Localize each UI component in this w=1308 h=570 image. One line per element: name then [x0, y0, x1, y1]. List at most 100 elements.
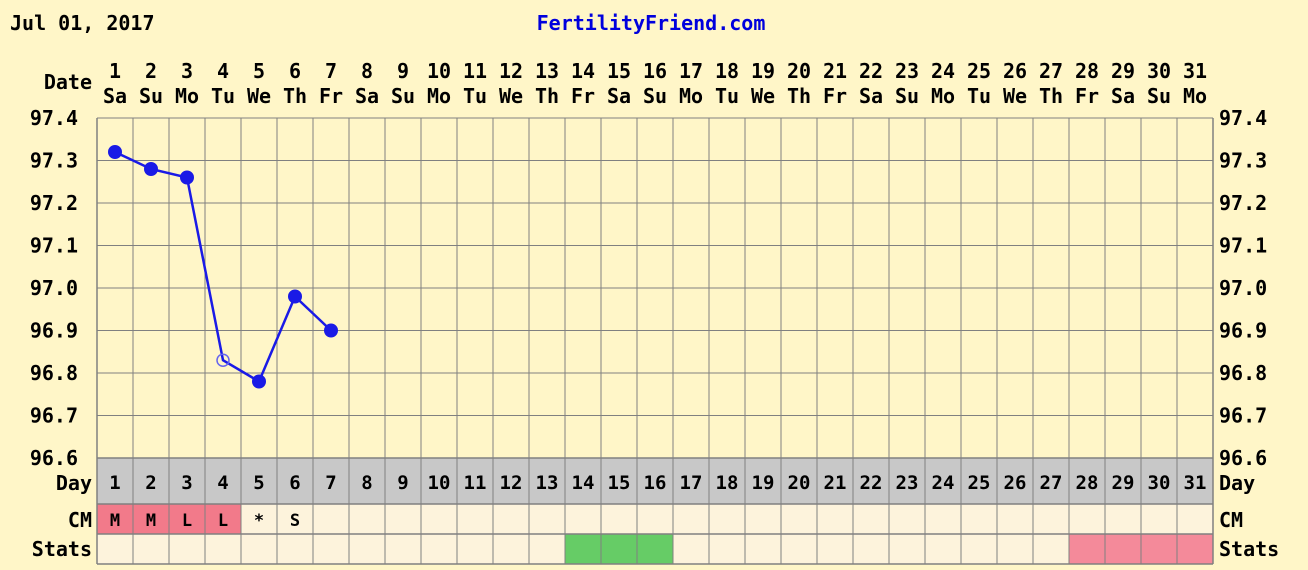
cm-cell	[997, 504, 1033, 534]
stats-cell	[601, 534, 637, 564]
cycle-day-label: 28	[1076, 472, 1099, 494]
x-tick-weekday: Mo	[427, 84, 451, 108]
cycle-day-label: 4	[217, 472, 228, 494]
x-tick-date: 30	[1147, 59, 1171, 83]
y-tick-label-left: 97.4	[30, 106, 78, 130]
x-tick-weekday: Tu	[715, 84, 739, 108]
temperature-point	[288, 289, 302, 304]
cycle-day-label: 21	[824, 472, 847, 494]
x-tick-weekday: Sa	[355, 84, 379, 108]
stats-label-right: Stats	[1219, 537, 1279, 561]
cm-cell	[493, 504, 529, 534]
y-tick-label-left: 97.1	[30, 234, 78, 258]
y-tick-label-right: 96.7	[1219, 404, 1267, 428]
x-tick-date: 22	[859, 59, 883, 83]
cycle-day-label: 13	[536, 472, 559, 494]
cm-cell	[1141, 504, 1177, 534]
x-tick-date: 10	[427, 59, 451, 83]
x-tick-date: 9	[397, 59, 409, 83]
stats-cell	[1105, 534, 1141, 564]
cm-cell	[385, 504, 421, 534]
cm-cell	[745, 504, 781, 534]
cm-cell	[817, 504, 853, 534]
y-tick-label-left: 97.2	[30, 191, 78, 215]
cm-cell	[421, 504, 457, 534]
cm-cell	[349, 504, 385, 534]
y-tick-label-left: 97.3	[30, 149, 78, 173]
cm-cell	[1033, 504, 1069, 534]
x-tick-weekday: Tu	[463, 84, 487, 108]
site-link[interactable]: FertilityFriend.com	[537, 11, 766, 35]
temperature-chart-svg: Jul 01, 2017 FertilityFriend.com Date Da…	[10, 11, 1279, 565]
cycle-day-label: 24	[932, 472, 955, 494]
stats-cell	[205, 534, 241, 564]
x-tick-date: 14	[571, 59, 595, 83]
cm-label-left: CM	[68, 508, 92, 532]
y-tick-label-left: 96.8	[30, 361, 78, 385]
x-tick-weekday: Fr	[1075, 84, 1099, 108]
cycle-day-label: 29	[1112, 472, 1135, 494]
cycle-day-label: 11	[464, 472, 487, 494]
x-tick-weekday: Su	[139, 84, 163, 108]
x-tick-weekday: Su	[643, 84, 667, 108]
stats-cell	[457, 534, 493, 564]
stats-cell	[997, 534, 1033, 564]
cycle-day-label: 9	[397, 472, 408, 494]
stats-cell	[241, 534, 277, 564]
cycle-day-label: 20	[788, 472, 811, 494]
x-tick-weekday: Th	[787, 84, 811, 108]
x-tick-weekday: Sa	[607, 84, 631, 108]
cycle-day-label: 23	[896, 472, 919, 494]
x-tick-weekday: Su	[1147, 84, 1171, 108]
cm-cell	[457, 504, 493, 534]
stats-cell	[529, 534, 565, 564]
day-label-left: Day	[56, 471, 92, 495]
x-tick-weekday: We	[499, 84, 523, 108]
x-tick-date: 15	[607, 59, 631, 83]
cm-cell	[961, 504, 997, 534]
x-tick-date: 24	[931, 59, 955, 83]
x-tick-weekday: Sa	[859, 84, 883, 108]
x-tick-date: 26	[1003, 59, 1027, 83]
cm-code-label: M	[110, 511, 120, 531]
x-tick-date: 25	[967, 59, 991, 83]
x-tick-weekday: Sa	[103, 84, 127, 108]
x-tick-date: 21	[823, 59, 847, 83]
x-tick-date: 7	[325, 59, 337, 83]
x-tick-weekday: Su	[391, 84, 415, 108]
cycle-day-label: 14	[572, 472, 595, 494]
x-tick-weekday: We	[247, 84, 271, 108]
stats-cell	[889, 534, 925, 564]
y-tick-label-right: 97.0	[1219, 276, 1267, 300]
cycle-day-label: 3	[181, 472, 192, 494]
cm-cell	[1069, 504, 1105, 534]
x-tick-date: 20	[787, 59, 811, 83]
y-tick-label-right: 96.8	[1219, 361, 1267, 385]
x-tick-date: 11	[463, 59, 487, 83]
stats-cell	[385, 534, 421, 564]
stats-cell	[925, 534, 961, 564]
cm-cell	[673, 504, 709, 534]
date-label: Date	[44, 70, 92, 94]
cm-cell	[889, 504, 925, 534]
x-tick-weekday: Fr	[571, 84, 595, 108]
x-tick-weekday: We	[751, 84, 775, 108]
cycle-day-label: 18	[716, 472, 739, 494]
stats-cell	[493, 534, 529, 564]
stats-cell	[133, 534, 169, 564]
stats-cell	[1033, 534, 1069, 564]
x-tick-weekday: Su	[895, 84, 919, 108]
cycle-day-label: 25	[968, 472, 991, 494]
x-tick-weekday: Mo	[679, 84, 703, 108]
x-tick-date: 8	[361, 59, 373, 83]
cm-cell	[529, 504, 565, 534]
y-tick-label-right: 96.6	[1219, 446, 1267, 470]
cycle-day-label: 12	[500, 472, 523, 494]
cm-cell	[853, 504, 889, 534]
x-tick-date: 4	[217, 59, 229, 83]
cm-code-label: L	[182, 511, 192, 531]
x-tick-weekday: Mo	[931, 84, 955, 108]
x-tick-weekday: Tu	[967, 84, 991, 108]
cm-label-right: CM	[1219, 508, 1243, 532]
cm-cell	[313, 504, 349, 534]
